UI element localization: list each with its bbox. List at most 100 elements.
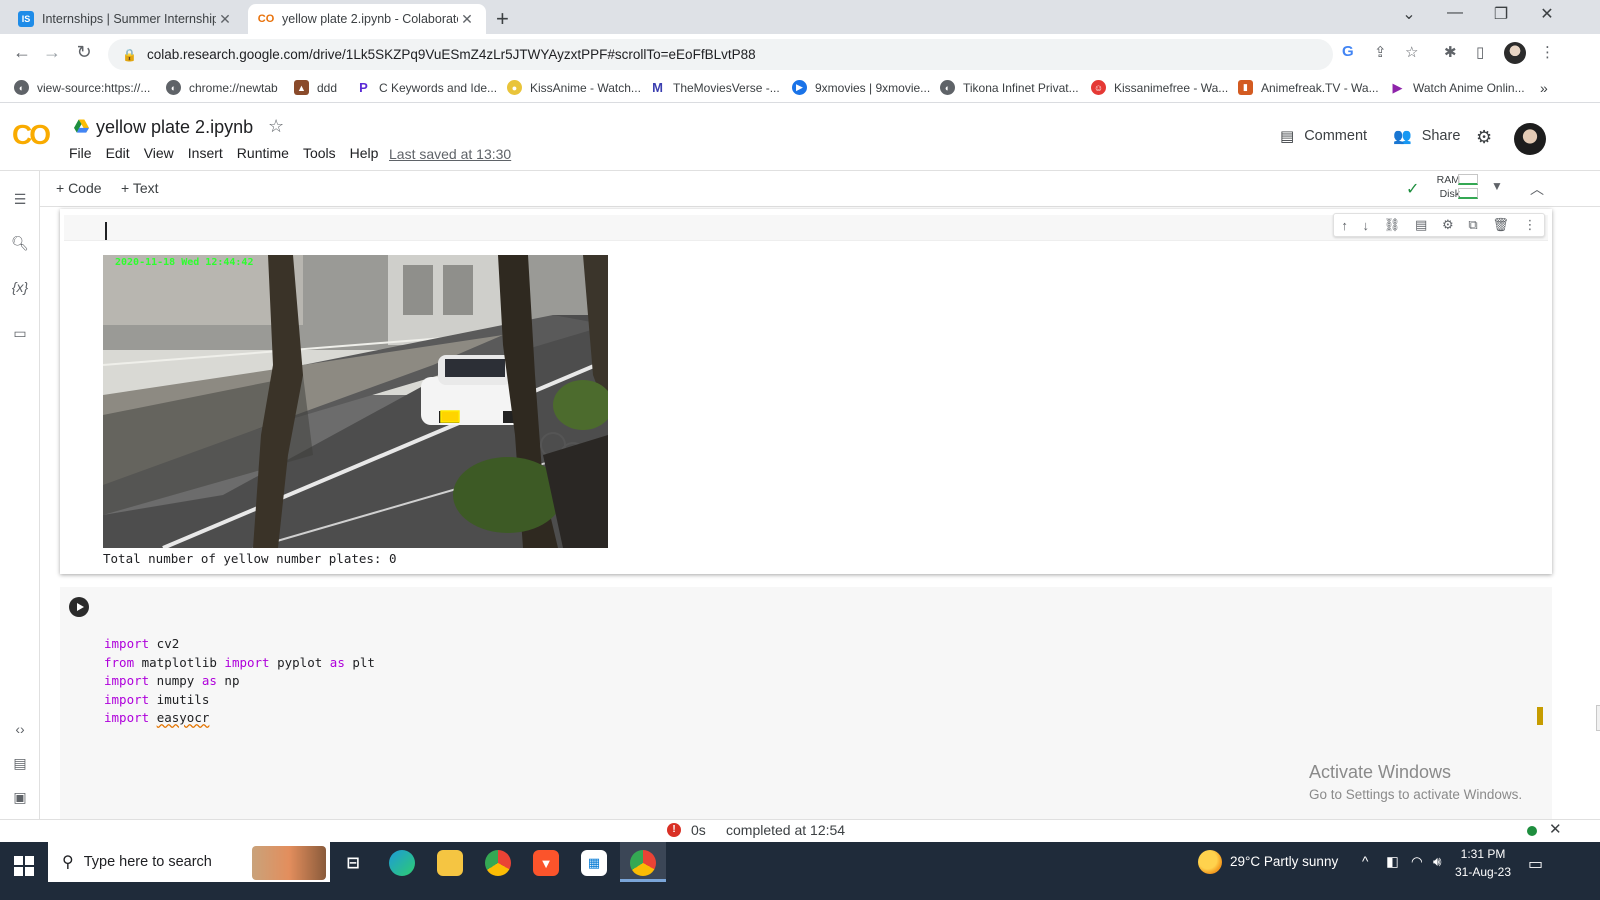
bookmark-item[interactable]: ◐ Tikona Infinet Privat... (940, 80, 1079, 95)
share-button[interactable]: 👥 Share (1393, 127, 1460, 145)
reload-icon[interactable]: ↻ (70, 42, 98, 63)
task-view-icon[interactable]: ⊟ (340, 850, 366, 876)
comment-button[interactable]: ▤ Comment (1280, 127, 1367, 145)
vertical-scrollbar-thumb[interactable] (1596, 705, 1600, 731)
address-bar[interactable]: 🔒 colab.research.google.com/drive/1Lk5SK… (108, 39, 1333, 70)
last-saved-link[interactable]: Last saved at 13:30 (389, 146, 511, 162)
menu-runtime[interactable]: Runtime (237, 145, 289, 161)
search-icon[interactable]: 🔍︎ (10, 235, 30, 252)
files-folder-icon[interactable]: ▭ (10, 325, 30, 342)
code-editor[interactable] (64, 215, 1548, 241)
variables-icon[interactable]: {x} (10, 279, 30, 295)
code-editor[interactable]: import cv2 from matplotlib import pyplot … (104, 635, 375, 728)
ram-disk-labels[interactable]: RAM Disk (1430, 173, 1460, 201)
chrome-profile-icon[interactable] (630, 850, 656, 876)
search-highlight-art (252, 846, 326, 880)
browser-profile-avatar[interactable] (1504, 42, 1526, 64)
close-tab-icon[interactable]: ✕ (216, 11, 234, 28)
mirror-cell-icon[interactable]: ⧉ (1468, 217, 1477, 233)
menu-edit[interactable]: Edit (106, 145, 130, 161)
bookmark-item[interactable]: ▮ Animefreak.TV - Wa... (1238, 80, 1379, 95)
minimize-icon[interactable]: — (1432, 4, 1478, 22)
close-tab-icon[interactable]: ✕ (458, 11, 476, 28)
error-status-icon[interactable]: ! (667, 823, 681, 837)
taskbar-clock[interactable]: 1:31 PM 31-Aug-23 (1452, 845, 1514, 881)
close-window-icon[interactable]: ✕ (1524, 4, 1570, 24)
move-cell-up-icon[interactable]: ↑ (1341, 218, 1348, 233)
code-snippets-icon[interactable]: ‹› (10, 721, 30, 737)
code-keyword: import (104, 691, 150, 707)
forward-arrow-icon[interactable]: → (38, 42, 66, 63)
new-tab-plus-icon[interactable]: + (496, 6, 509, 32)
bookmark-item[interactable]: ◐ view-source:https://... (14, 80, 150, 95)
edge-browser-icon[interactable] (389, 850, 415, 876)
user-avatar[interactable] (1514, 123, 1546, 155)
menu-help[interactable]: Help (350, 145, 379, 161)
execution-duration[interactable]: 0s (691, 822, 706, 838)
table-of-contents-icon[interactable]: ☰ (10, 191, 30, 208)
menu-tools[interactable]: Tools (303, 145, 336, 161)
command-palette-icon[interactable]: ▤ (10, 755, 30, 772)
notifications-icon[interactable]: ▭ (1528, 854, 1543, 874)
move-cell-down-icon[interactable]: ↓ (1363, 218, 1370, 233)
bookmark-item[interactable]: PC Keywords and Ide... (356, 80, 497, 95)
weather-partly-sunny-icon (1198, 850, 1222, 874)
browser-tab-internships[interactable]: IS Internships | Summer Internship 2 ✕ (8, 4, 244, 34)
bookmark-item[interactable]: ▶ Watch Anime Onlin... (1390, 80, 1525, 95)
menu-file[interactable]: File (69, 145, 92, 161)
file-explorer-icon[interactable] (437, 850, 463, 876)
cell-settings-icon[interactable]: ⚙ (1442, 217, 1454, 233)
bookmark-item[interactable]: ▲ ddd (294, 80, 337, 95)
bookmark-item[interactable]: M TheMoviesVerse -... (650, 80, 780, 95)
add-code-cell-button[interactable]: + Code (56, 180, 102, 196)
wifi-icon[interactable]: ◠ (1411, 854, 1423, 870)
brave-browser-icon[interactable]: ▼ (533, 850, 559, 876)
google-lens-icon[interactable]: G (1342, 43, 1354, 60)
ram-disk-meters[interactable] (1458, 174, 1478, 202)
weather-text[interactable]: 29°C Partly sunny (1230, 854, 1338, 869)
add-comment-icon[interactable]: ▤ (1415, 217, 1427, 233)
bookmark-item[interactable]: ◐ chrome://newtab (166, 80, 278, 95)
terminal-icon[interactable]: ▣ (10, 789, 30, 806)
star-notebook-icon[interactable]: ☆ (268, 116, 284, 137)
share-page-icon[interactable]: ⇪ (1374, 43, 1387, 61)
side-panel-icon[interactable]: ▯ (1476, 43, 1484, 61)
menu-view[interactable]: View (144, 145, 174, 161)
cell-more-icon[interactable]: ⋮ (1524, 217, 1537, 233)
code-cell-focused[interactable]: ↑ ↓ ⛓ ▤ ⚙ ⧉ 🗑 ⋮ 2020-11-18 Wed 12:44:42 … (60, 209, 1552, 574)
code-token: np (216, 673, 240, 689)
chrome-icon[interactable] (485, 850, 511, 876)
bookmark-star-icon[interactable]: ☆ (1405, 43, 1418, 61)
taskbar-search-box[interactable]: ⚲ Type here to search (48, 842, 330, 882)
bookmark-item[interactable]: ● KissAnime - Watch... (507, 80, 641, 95)
volume-icon[interactable]: 🔊︎ (1433, 854, 1442, 870)
restore-icon[interactable]: ❐ (1478, 4, 1524, 24)
windows-start-icon[interactable] (14, 856, 34, 876)
tab-search-chevron-icon[interactable]: ⌄ (1386, 4, 1432, 24)
show-hidden-icons-chevron[interactable]: ^ (1362, 854, 1368, 869)
browser-menu-kebab-icon[interactable]: ⋮ (1540, 43, 1555, 61)
extensions-puzzle-icon[interactable]: ✱ (1444, 43, 1457, 61)
run-cell-play-icon[interactable] (69, 597, 89, 617)
execution-status-text[interactable]: completed at 12:54 (726, 822, 845, 838)
connected-check-icon: ✓ (1406, 181, 1420, 198)
microsoft-store-icon[interactable]: ▦ (581, 850, 607, 876)
notebook-title[interactable]: yellow plate 2.ipynb (96, 117, 253, 138)
back-arrow-icon[interactable]: ← (8, 42, 36, 63)
activate-windows-watermark: Activate Windows Go to Settings to activ… (1309, 762, 1523, 802)
add-text-cell-button[interactable]: + Text (121, 180, 159, 196)
bookmark-item[interactable]: ▶ 9xmovies | 9xmovie... (792, 80, 930, 95)
colab-logo[interactable]: CO (12, 119, 51, 151)
settings-gear-icon[interactable]: ⚙ (1476, 127, 1492, 148)
delete-cell-icon[interactable]: 🗑 (1492, 217, 1509, 233)
link-to-cell-icon[interactable]: ⛓ (1384, 217, 1401, 233)
more-bookmarks-chevron[interactable]: » (1540, 80, 1548, 96)
browser-tab-colab[interactable]: CO yellow plate 2.ipynb - Colaboratc ✕ (248, 4, 486, 34)
bookmark-item[interactable]: ☺ Kissanimefree - Wa... (1091, 80, 1228, 95)
menu-insert[interactable]: Insert (188, 145, 223, 161)
close-status-icon[interactable]: ✕ (1549, 820, 1562, 838)
collapse-header-chevron-icon[interactable]: ︿ (1530, 179, 1544, 199)
runtime-dropdown-icon[interactable]: ▼ (1491, 179, 1503, 193)
connection-status-dot (1527, 826, 1537, 836)
meet-now-icon[interactable]: ◧ (1386, 854, 1399, 870)
